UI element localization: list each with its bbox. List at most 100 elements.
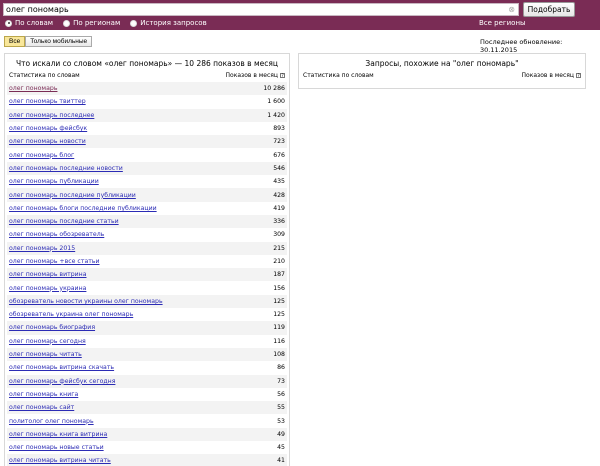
- shows-count: 49: [277, 430, 285, 438]
- table-row: обозреватель новости украины олег понома…: [7, 294, 287, 309]
- query-link[interactable]: олег пономарь книга: [9, 391, 78, 398]
- query-link[interactable]: олег пономарь 2015: [9, 245, 75, 252]
- query-link[interactable]: олег пономарь блоги последние публикации: [9, 205, 157, 212]
- table-row: олег пономарь твиттер 1 600: [7, 95, 287, 108]
- table-row: олег пономарь последние публикации 428: [7, 188, 287, 202]
- query-link[interactable]: олег пономарь новые статьи: [9, 444, 104, 451]
- query-link[interactable]: олег пономарь твиттер: [9, 98, 86, 105]
- table-row: олег пономарь сайт 55: [7, 401, 287, 415]
- query-link[interactable]: олег пономарь сайт: [9, 404, 74, 411]
- table-row: олег пономарь витрина скачать 86: [7, 361, 287, 374]
- query-link[interactable]: олег пономарь биография: [9, 324, 95, 331]
- query-link[interactable]: олег пономарь новости: [9, 138, 86, 145]
- query-link[interactable]: обозреватель новости украины олег понома…: [9, 298, 163, 305]
- stats-table: олег пономарь 10 286 олег пономарь твиттер…: [7, 82, 287, 466]
- info-icon[interactable]: ?: [280, 73, 285, 78]
- table-row: олег пономарь блог 676: [7, 148, 287, 161]
- table-row: олег пономарь витрина 187: [7, 268, 287, 282]
- table-row: олег пономарь последние статьи 336: [7, 214, 287, 229]
- query-link[interactable]: олег пономарь последние новости: [9, 165, 123, 172]
- query-link[interactable]: олег пономарь +все статьи: [9, 258, 100, 265]
- shows-count: 676: [273, 151, 285, 159]
- table-row: олег пономарь фейсбук сегодня 73: [7, 374, 287, 388]
- query-link[interactable]: олег пономарь последнее: [9, 112, 94, 119]
- query-link[interactable]: олег пономарь витрина читать: [9, 457, 111, 464]
- query-link[interactable]: олег пономарь витрина скачать: [9, 364, 114, 371]
- col-words-header: Статистика по словам: [303, 72, 374, 79]
- mode-radio-group: По словам По регионам История запросов: [5, 18, 207, 28]
- shows-count: 108: [273, 351, 285, 359]
- table-row: олег пономарь публикации 435: [7, 175, 287, 188]
- query-link[interactable]: олег пономарь блог: [9, 152, 74, 159]
- query-link[interactable]: обозреватель украина олег пономарь: [9, 311, 133, 318]
- all-regions-link[interactable]: Все регионы: [479, 18, 526, 28]
- shows-count: 41: [277, 457, 285, 465]
- submit-button[interactable]: Подобрать: [523, 2, 575, 17]
- right-panel-title: Запросы, похожие на "олег пономарь": [365, 59, 519, 68]
- query-link[interactable]: олег пономарь обозреватель: [9, 231, 104, 238]
- mode-by-regions[interactable]: По регионам: [63, 19, 120, 27]
- table-row: олег пономарь обозреватель 309: [7, 228, 287, 241]
- right-similar-panel: Запросы, похожие на "олег пономарь" Стат…: [298, 53, 586, 89]
- shows-count: 73: [277, 377, 285, 385]
- radio-selected-icon[interactable]: [5, 19, 12, 27]
- query-link[interactable]: олег пономарь витрина: [9, 271, 87, 278]
- query-link[interactable]: олег пономарь публикации: [9, 178, 99, 185]
- mode-label: История запросов: [140, 19, 207, 27]
- table-row: олег пономарь новости 723: [7, 135, 287, 149]
- shows-count: 1 600: [267, 98, 285, 106]
- shows-count: 210: [273, 258, 285, 265]
- query-link[interactable]: олег пономарь книга витрина: [9, 431, 107, 438]
- table-row: олег пономарь блоги последние публикации…: [7, 202, 287, 215]
- shows-count: 53: [277, 417, 285, 425]
- top-search-bar: ⊗ Подобрать По словам По регионам Истори…: [0, 0, 600, 30]
- table-row: олег пономарь последнее 1 420: [7, 108, 287, 122]
- info-icon[interactable]: ?: [576, 73, 581, 78]
- shows-count: 419: [273, 204, 285, 212]
- query-link[interactable]: олег пономарь фейсбук: [9, 125, 87, 132]
- table-row: олег пономарь витрина читать 41: [7, 454, 287, 466]
- query-link[interactable]: олег пономарь последние публикации: [9, 192, 136, 199]
- filter-mobile-button[interactable]: Только мобильные: [25, 36, 93, 47]
- shows-count: 45: [277, 444, 285, 452]
- table-row: олег пономарь последние новости 546: [7, 161, 287, 176]
- query-link[interactable]: олег пономарь читать: [9, 351, 82, 358]
- query-link[interactable]: олег пономарь сегодня: [9, 338, 86, 345]
- shows-count: 187: [273, 271, 285, 279]
- shows-count: 156: [273, 284, 285, 292]
- shows-count: 336: [273, 218, 285, 226]
- filter-all-button[interactable]: Все: [4, 36, 26, 47]
- search-input[interactable]: [6, 4, 502, 15]
- shows-count: 428: [273, 191, 285, 199]
- query-link[interactable]: олег пономарь последние статьи: [9, 218, 119, 225]
- query-link[interactable]: политолог олег пономарь: [9, 418, 94, 425]
- mode-label: По словам: [15, 19, 54, 27]
- query-link[interactable]: олег пономарь украина: [9, 285, 86, 292]
- shows-count: 116: [273, 337, 285, 345]
- table-row: олег пономарь 10 286: [7, 82, 287, 96]
- table-row: олег пономарь украина 156: [7, 281, 287, 294]
- device-filter: Все Только мобильные: [4, 36, 93, 47]
- left-stats-panel: Что искали со словом «олег пономарь» — 1…: [4, 53, 290, 466]
- last-update-text: Последнее обновление: 30.11.2015: [480, 38, 563, 54]
- table-row: олег пономарь сегодня 116: [7, 335, 287, 348]
- radio-icon[interactable]: [130, 19, 138, 27]
- radio-icon[interactable]: [63, 19, 71, 27]
- table-row: олег пономарь читать 108: [7, 347, 287, 362]
- search-box[interactable]: ⊗: [3, 3, 519, 16]
- shows-count: 309: [273, 231, 285, 239]
- table-row: олег пономарь +все статьи 210: [7, 255, 287, 268]
- shows-count: 10 286: [263, 85, 285, 93]
- table-row: обозреватель украина олег пономарь 125: [7, 308, 287, 321]
- col-shows-header: Показов в месяц ?: [522, 72, 581, 79]
- table-row: олег пономарь новые статьи 45: [7, 441, 287, 454]
- query-link[interactable]: олег пономарь: [9, 85, 57, 92]
- query-link[interactable]: олег пономарь фейсбук сегодня: [9, 378, 115, 385]
- col-shows-header: Показов в месяц ?: [226, 72, 285, 79]
- table-row: олег пономарь 2015 215: [7, 241, 287, 255]
- shows-count: 125: [273, 297, 285, 305]
- table-row: олег пономарь книга 56: [7, 388, 287, 401]
- mode-by-words[interactable]: По словам: [5, 19, 53, 27]
- mode-history[interactable]: История запросов: [130, 19, 207, 27]
- clear-icon[interactable]: ⊗: [508, 4, 515, 15]
